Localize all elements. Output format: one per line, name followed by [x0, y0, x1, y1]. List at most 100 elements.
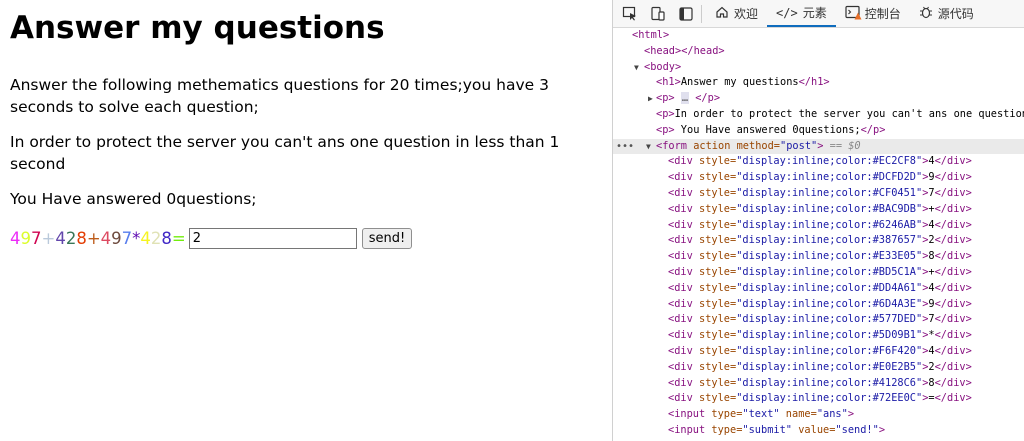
- style-value: "display:inline;color:#E33E05": [736, 250, 923, 263]
- style-attr: style=: [692, 155, 737, 168]
- div-tag-close: </div>: [934, 329, 972, 342]
- answer-input[interactable]: [188, 227, 357, 249]
- node-body[interactable]: ▼ <body>: [613, 60, 1024, 76]
- question-char: 4: [140, 228, 151, 248]
- style-attr: style=: [692, 329, 737, 342]
- style-attr: style=: [692, 171, 737, 184]
- div-tag-close: </div>: [934, 186, 972, 199]
- style-attr: style=: [692, 281, 737, 294]
- style-value: "display:inline;color:#DCFD2D": [736, 171, 923, 184]
- node-p2[interactable]: <p>In order to protect the server you ca…: [613, 107, 1024, 123]
- node-div[interactable]: <div style="display:inline;color:#BAC9DB…: [613, 202, 1024, 218]
- style-value: "display:inline;color:#F6F420": [736, 344, 923, 357]
- style-value: "display:inline;color:#4128C6": [736, 376, 923, 389]
- code-icon: </>: [776, 5, 798, 20]
- node-div[interactable]: <div style="display:inline;color:#DCFD2D…: [613, 170, 1024, 186]
- page-content: Answer my questions Answer the following…: [0, 0, 612, 441]
- tab-label: 欢迎: [734, 7, 759, 21]
- question-char: 2: [150, 228, 162, 248]
- node-input-submit[interactable]: <input type="submit" value="send!">: [613, 423, 1024, 439]
- node-h1[interactable]: <h1>Answer my questions</h1>: [613, 75, 1024, 91]
- question-char: 9: [111, 228, 122, 248]
- div-tag-close: </div>: [934, 281, 972, 294]
- question-char: 9: [20, 228, 32, 248]
- div-tag-close: </div>: [934, 171, 972, 184]
- style-value: "display:inline;color:#577DED": [736, 313, 923, 326]
- style-value: "display:inline;color:#5D09B1": [736, 329, 923, 342]
- device-emulation-icon[interactable]: [647, 4, 669, 24]
- question-char: 4: [55, 228, 66, 248]
- style-attr: style=: [692, 376, 737, 389]
- home-icon: [715, 5, 729, 22]
- page-heading: Answer my questions: [10, 10, 385, 46]
- div-tag-open: <div: [668, 265, 693, 278]
- node-div[interactable]: <div style="display:inline;color:#72EE0C…: [613, 391, 1024, 407]
- inspect-icon[interactable]: [619, 4, 641, 24]
- div-tag-close: </div>: [934, 234, 972, 247]
- div-tag-open: <div: [668, 218, 693, 231]
- tab-sources[interactable]: 源代码: [910, 0, 983, 27]
- div-tag-open: <div: [668, 297, 693, 310]
- node-div[interactable]: <div style="display:inline;color:#CF0451…: [613, 186, 1024, 202]
- node-div[interactable]: <div style="display:inline;color:#BD5C1A…: [613, 265, 1024, 281]
- tab-label: 元素: [802, 6, 827, 20]
- div-tag-open: <div: [668, 171, 693, 184]
- div-tag-close: </div>: [934, 392, 972, 405]
- devtools-panel: 欢迎 </> 元素 控制台 源代码 <html> <head></head> ▼…: [612, 0, 1024, 441]
- style-attr: style=: [692, 265, 737, 278]
- style-attr: style=: [692, 313, 737, 326]
- div-tag-close: </div>: [934, 360, 972, 373]
- question-char: 4: [100, 228, 112, 248]
- node-div[interactable]: <div style="display:inline;color:#E33E05…: [613, 249, 1024, 265]
- toolbar-separator: [701, 4, 702, 23]
- node-div[interactable]: <div style="display:inline;color:#6D4A3E…: [613, 297, 1024, 313]
- style-attr: style=: [692, 202, 737, 215]
- node-p3[interactable]: <p> You Have answered 0questions;</p>: [613, 123, 1024, 139]
- style-value: "display:inline;color:#DD4A61": [736, 281, 923, 294]
- node-div[interactable]: <div style="display:inline;color:#DD4A61…: [613, 281, 1024, 297]
- div-tag-open: <div: [668, 392, 693, 405]
- node-div[interactable]: <div style="display:inline;color:#F6F420…: [613, 344, 1024, 360]
- expand-triangle-icon[interactable]: ▼: [634, 60, 639, 76]
- expand-triangle-icon[interactable]: ▼: [646, 139, 651, 155]
- node-p-collapsed[interactable]: ▶ <p> … </p>: [613, 91, 1024, 107]
- node-input-text[interactable]: <input type="text" name="ans">: [613, 407, 1024, 423]
- node-div[interactable]: <div style="display:inline;color:#E0E2B5…: [613, 360, 1024, 376]
- div-tag-close: </div>: [934, 376, 972, 389]
- style-value: "display:inline;color:#EC2CF8": [736, 155, 923, 168]
- question-char: 2: [65, 228, 77, 248]
- style-attr: style=: [692, 297, 737, 310]
- style-attr: style=: [692, 250, 737, 263]
- style-value: "display:inline;color:#387657": [736, 234, 923, 247]
- node-div[interactable]: <div style="display:inline;color:#6246AB…: [613, 218, 1024, 234]
- style-attr: style=: [692, 218, 737, 231]
- style-value: "display:inline;color:#72EE0C": [736, 392, 923, 405]
- div-tag-close: </div>: [934, 218, 972, 231]
- question-form: 497+428+497*428=: [10, 226, 612, 250]
- tab-elements[interactable]: </> 元素: [767, 0, 836, 27]
- send-button[interactable]: [361, 227, 413, 249]
- node-html[interactable]: <html>: [613, 28, 1024, 44]
- question-char: +: [86, 228, 101, 248]
- node-head[interactable]: <head></head>: [613, 44, 1024, 60]
- style-attr: style=: [692, 234, 737, 247]
- node-div[interactable]: <div style="display:inline;color:#4128C6…: [613, 376, 1024, 392]
- tab-console[interactable]: 控制台: [836, 0, 910, 27]
- node-div[interactable]: <div style="display:inline;color:#5D09B1…: [613, 328, 1024, 344]
- div-tag-open: <div: [668, 202, 693, 215]
- node-div[interactable]: <div style="display:inline;color:#577DED…: [613, 312, 1024, 328]
- node-form[interactable]: ••• ▼ <form action method="post"> == $0: [613, 138, 1024, 155]
- div-tag-open: <div: [668, 329, 693, 342]
- collapse-triangle-icon[interactable]: ▶: [648, 91, 653, 107]
- div-nodes: <div style="display:inline;color:#EC2CF8…: [613, 154, 1024, 407]
- style-attr: style=: [692, 344, 737, 357]
- node-div[interactable]: <div style="display:inline;color:#EC2CF8…: [613, 154, 1024, 170]
- node-div[interactable]: <div style="display:inline;color:#387657…: [613, 233, 1024, 249]
- answered-count-text: You Have answered 0questions;: [10, 190, 257, 208]
- dock-side-icon[interactable]: [675, 4, 697, 24]
- more-dots-icon[interactable]: •••: [616, 139, 634, 155]
- style-value: "display:inline;color:#6246AB": [736, 218, 923, 231]
- style-attr: style=: [692, 186, 737, 199]
- style-value: "display:inline;color:#BAC9DB": [736, 202, 923, 215]
- tab-welcome[interactable]: 欢迎: [706, 0, 767, 27]
